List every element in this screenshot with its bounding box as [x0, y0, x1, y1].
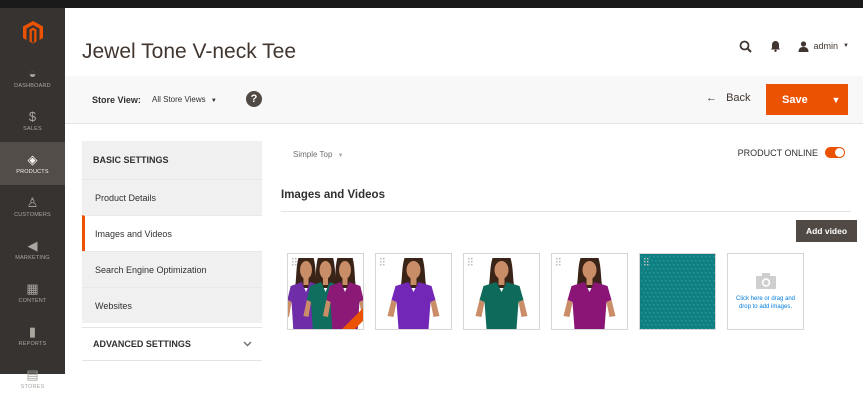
search-icon[interactable] [738, 38, 754, 54]
sidebar-item-label: REPORTS [18, 340, 47, 347]
store-view-label: Store View: [92, 95, 141, 105]
chevron-down-icon [243, 341, 252, 347]
gallery-image-teal-tee[interactable] [463, 253, 540, 330]
page-title: Jewel Tone V-neck Tee [82, 40, 297, 63]
sidebar-item-marketing[interactable]: ◀ MARKETING [0, 228, 65, 271]
upload-instructions: Click here or drag and drop to add image… [735, 296, 796, 310]
advanced-settings-heading: ADVANCED SETTINGS [93, 339, 191, 349]
settings-item-search-engine-optimization[interactable]: Search Engine Optimization [82, 251, 262, 287]
image-gallery: Click here or drag and drop to add image… [287, 253, 804, 330]
layout-icon: ▦ [26, 280, 39, 296]
sidebar-item-label: CONTENT [18, 297, 47, 304]
user-icon [798, 40, 809, 52]
gallery-image-purple-tee[interactable] [375, 253, 452, 330]
drag-handle-icon[interactable] [380, 258, 385, 266]
sidebar-item-label: MARKETING [15, 254, 50, 261]
settings-item-product-details[interactable]: Product Details [82, 179, 262, 215]
caret-down-icon: ▼ [831, 94, 841, 105]
drag-handle-icon[interactable] [556, 258, 561, 266]
sidebar-item-label: DASHBOARD [14, 82, 51, 89]
sidebar-item-label: SALES [23, 125, 42, 132]
admin-user-menu[interactable]: admin ▼ [798, 40, 849, 52]
gallery-image-group-shot[interactable] [287, 253, 364, 330]
drag-handle-icon[interactable] [644, 258, 649, 266]
sidebar-item-label: STORES [20, 383, 45, 390]
settings-item-images-and-videos[interactable]: Images and Videos [82, 215, 262, 251]
caret-down-icon: ▼ [210, 98, 217, 104]
attribute-set-selector[interactable]: Simple Top ▼ [293, 150, 344, 159]
save-options-toggle[interactable]: ▼ [826, 95, 846, 105]
gallery-image-teal-swatch[interactable] [639, 253, 716, 330]
dashboard-icon: ◒ [28, 65, 37, 81]
admin-sidebar: ◒ DASHBOARD $ SALES ◈ PRODUCTS ♙ CUSTOMERS ◀ MARK… [0, 8, 65, 390]
bar-chart-icon: ▮ [28, 323, 37, 339]
product-online-toggle[interactable] [825, 147, 845, 158]
settings-item-websites[interactable]: Websites [82, 287, 262, 323]
caret-down-icon: ▼ [843, 43, 849, 49]
camera-icon [755, 273, 776, 289]
bell-icon[interactable] [768, 38, 784, 54]
store-view-value: All Store Views [152, 95, 206, 104]
megaphone-icon: ◀ [27, 237, 38, 253]
back-button[interactable]: ← Back [706, 92, 751, 104]
store-icon: ▤ [26, 366, 39, 382]
sidebar-item-label: PRODUCTS [16, 168, 49, 175]
dollar-icon: $ [28, 108, 37, 124]
product-online-label: PRODUCT ONLINE [737, 147, 818, 158]
help-icon[interactable]: ? [246, 91, 262, 107]
sidebar-item-content[interactable]: ▦ CONTENT [0, 271, 65, 314]
image-upload-dropzone[interactable]: Click here or drag and drop to add image… [727, 253, 804, 330]
basic-settings-heading[interactable]: BASIC SETTINGS [82, 141, 262, 179]
attribute-set-value: Simple Top [293, 150, 333, 159]
drag-handle-icon[interactable] [468, 258, 473, 266]
sidebar-item-stores[interactable]: ▤ STORES [0, 357, 65, 400]
sidebar-item-sales[interactable]: $ SALES [0, 99, 65, 142]
header-actions: admin ▼ [738, 38, 849, 54]
person-icon: ♙ [26, 194, 39, 210]
gallery-image-plum-tee[interactable] [551, 253, 628, 330]
cube-icon: ◈ [27, 151, 38, 167]
arrow-left-icon: ← [706, 92, 717, 104]
back-label: Back [726, 92, 751, 104]
section-title: Images and Videos [281, 189, 385, 201]
product-settings-nav: BASIC SETTINGS Product Details Images and… [82, 141, 262, 363]
admin-page: ◒ DASHBOARD $ SALES ◈ PRODUCTS ♙ CUSTOMERS ◀ MARK… [0, 0, 863, 390]
magento-logo[interactable] [0, 8, 65, 56]
drag-handle-icon[interactable] [292, 258, 297, 266]
magento-logo-icon [22, 21, 43, 44]
sidebar-item-products[interactable]: ◈ PRODUCTS [0, 142, 65, 185]
save-label: Save [782, 93, 808, 106]
sidebar-item-reports[interactable]: ▮ REPORTS [0, 314, 65, 357]
page-actions-toolbar: Store View: All Store Views ▼ ? ← Back S… [65, 76, 863, 124]
sidebar-item-customers[interactable]: ♙ CUSTOMERS [0, 185, 65, 228]
add-video-button[interactable]: Add video [796, 220, 857, 242]
admin-username: admin [813, 41, 839, 51]
section-divider [281, 211, 851, 212]
caret-down-icon: ▼ [337, 153, 344, 159]
advanced-settings-toggle[interactable]: ADVANCED SETTINGS [82, 327, 262, 361]
sidebar-item-label: CUSTOMERS [14, 211, 51, 218]
save-button[interactable]: Save ▼ [766, 84, 848, 115]
store-view-switcher[interactable]: All Store Views ▼ [152, 95, 217, 104]
product-online-control: PRODUCT ONLINE [738, 147, 845, 158]
sidebar-item-dashboard[interactable]: ◒ DASHBOARD [0, 56, 65, 99]
